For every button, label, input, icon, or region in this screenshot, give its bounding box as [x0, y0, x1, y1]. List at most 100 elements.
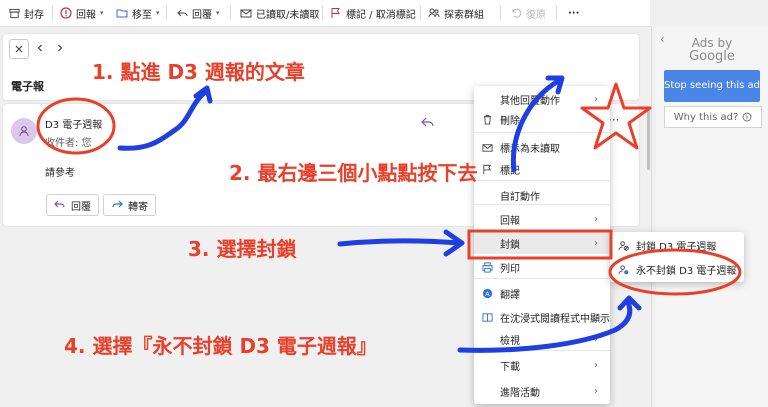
other-reply-actions-item[interactable]: 其他回覆動作 › — [474, 88, 610, 110]
chevron-right-icon: › — [594, 237, 598, 249]
read-unread-button[interactable]: 已讀取/未讀取 — [240, 0, 319, 26]
chevron-right-icon: › — [594, 359, 598, 371]
menu-item-label: 其他回覆動作 — [500, 95, 560, 107]
scrollbar[interactable] — [647, 110, 650, 170]
groups-icon — [428, 7, 440, 19]
menu-item-label: 下載 — [500, 361, 520, 373]
flag-button[interactable]: 標記 / 取消標記 — [330, 0, 416, 26]
never-block-sender-item[interactable]: 永不封鎖 D3 電子週報 — [610, 258, 744, 280]
report-item[interactable]: 回報 › — [474, 208, 610, 230]
previous-button[interactable] — [31, 39, 49, 57]
reader-icon — [479, 312, 495, 323]
why-this-ad-button[interactable]: Why this ad? — [664, 106, 762, 128]
envelope-icon — [479, 142, 495, 153]
stop-seeing-ad-button[interactable]: Stop seeing this ad — [664, 70, 760, 102]
print-icon — [479, 261, 495, 273]
block-submenu: 封鎖 D3 電子週報 永不封鎖 D3 電子週報 — [610, 232, 744, 282]
chevron-down-icon: ▾ — [100, 9, 104, 17]
menu-item-label: 封鎖 — [500, 239, 520, 251]
menu-item-label: 刪除 — [500, 115, 520, 127]
close-icon — [15, 45, 23, 53]
message-actions-menu: 其他回覆動作 › 刪除標示為未讀取 標記自訂動作回報 › 封鎖 › 列印 A 翻譯在沈浸式閱讀程式… — [474, 86, 610, 404]
annotation-step-4: 4. 選擇『永不封鎖 D3 電子週報』 — [64, 334, 377, 358]
advanced-item[interactable]: 進階活動 › — [474, 380, 610, 402]
immersive-reader-item[interactable]: 在沈浸式閱讀程式中顯示 — [474, 306, 610, 328]
chevron-left-icon — [37, 44, 42, 52]
ads-pane: ‹ Ads by Google Stop seeing this ad Why … — [656, 26, 768, 407]
email-subject: 電子報 — [11, 80, 44, 93]
reply-icon — [176, 7, 188, 19]
person-icon — [19, 126, 29, 137]
toolbar: 封存 回報 ▾ 移至 ▾ 回覆 ▾ 已讀取/未讀取 標記 / 取消標記 探索群組… — [0, 0, 650, 27]
flag-item[interactable]: 標記 — [474, 158, 610, 180]
delete-item[interactable]: 刪除 — [474, 108, 610, 130]
chevron-right-icon — [58, 44, 63, 52]
undo-button[interactable]: 復原 — [510, 0, 546, 26]
folder-move-icon — [116, 7, 128, 19]
menu-separator — [474, 132, 610, 133]
forward-action-button[interactable]: 轉寄 — [103, 194, 156, 216]
forward-icon — [112, 200, 123, 208]
report-icon — [60, 7, 72, 19]
menu-item-label: 檢視 — [500, 335, 520, 347]
arrow-3 — [337, 238, 463, 247]
next-button[interactable] — [51, 39, 69, 57]
menu-item-label: 進階活動 — [500, 387, 540, 399]
menu-item-label: 回報 — [500, 215, 520, 227]
menu-separator — [474, 350, 610, 351]
sender-name[interactable]: D3 電子週報 — [45, 116, 102, 131]
menu-item-label: 標示為未讀取 — [500, 143, 560, 155]
svg-text:A: A — [485, 289, 490, 297]
report-button[interactable]: 回報 ▾ — [60, 0, 104, 26]
avatar[interactable] — [11, 118, 37, 144]
more-icon: ··· — [568, 7, 580, 19]
menu-item-label: 列印 — [500, 263, 520, 275]
arrow-4-head — [617, 295, 642, 311]
toolbar-more-button[interactable]: ··· — [568, 0, 579, 26]
annotation-step-2: 2. 最右邊三個小點點按下去 — [229, 161, 478, 185]
block-item[interactable]: 封鎖 › — [474, 232, 610, 254]
ads-title: Ads by Google — [689, 36, 735, 64]
archive-button[interactable]: 封存 — [8, 0, 44, 26]
recipient-line: 收件者: 您 — [45, 138, 92, 149]
custom-action-item[interactable]: 自訂動作 — [474, 184, 610, 206]
flag-icon — [330, 7, 342, 19]
translate-item[interactable]: A 翻譯 — [474, 282, 610, 304]
trash-icon — [479, 114, 495, 125]
block-sender-item[interactable]: 封鎖 D3 電子週報 — [610, 234, 744, 256]
annotation-step-1: 1. 點進 D3 週報的文章 — [92, 60, 305, 84]
email-body: 請參考 — [45, 168, 75, 179]
annotation-step-3: 3. 選擇封鎖 — [188, 237, 297, 261]
menu-separator — [474, 180, 610, 181]
safe-person-icon — [615, 264, 631, 275]
undo-icon — [510, 7, 522, 19]
chevron-down-icon: ▾ — [216, 9, 220, 17]
menu-separator — [474, 278, 610, 279]
block-person-icon — [615, 240, 631, 251]
mark-unread-item[interactable]: 標示為未讀取 — [474, 136, 610, 158]
envelope-icon — [240, 7, 252, 19]
arrow-3-head — [443, 229, 465, 257]
close-button[interactable] — [9, 39, 29, 59]
menu-item-label: 自訂動作 — [500, 191, 540, 203]
chevron-right-icon: › — [594, 93, 598, 105]
chevron-down-icon: ▾ — [156, 9, 160, 17]
menu-item-label: 翻譯 — [500, 289, 520, 301]
reply-icon — [54, 200, 65, 208]
chevron-right-icon: › — [594, 213, 598, 225]
reply-button[interactable]: 回覆 ▾ — [176, 0, 220, 26]
print-item[interactable]: 列印 — [474, 256, 610, 278]
pane-divider — [651, 26, 652, 407]
archive-icon — [8, 7, 20, 19]
menu-item-label: 標記 — [500, 165, 520, 177]
move-to-button[interactable]: 移至 ▾ — [116, 0, 160, 26]
flag-icon — [479, 164, 495, 175]
reply-icon — [421, 117, 434, 127]
menu-item-label: 在沈浸式閱讀程式中顯示 — [500, 313, 610, 325]
browse-groups-button[interactable]: 探索群組 — [428, 0, 484, 26]
reply-action-button[interactable]: 回覆 — [46, 194, 99, 216]
chevron-right-icon: › — [594, 333, 598, 345]
download-item[interactable]: 下載 › — [474, 354, 610, 376]
view-item[interactable]: 檢視 › — [474, 328, 610, 350]
header-reply-button[interactable] — [421, 116, 435, 131]
